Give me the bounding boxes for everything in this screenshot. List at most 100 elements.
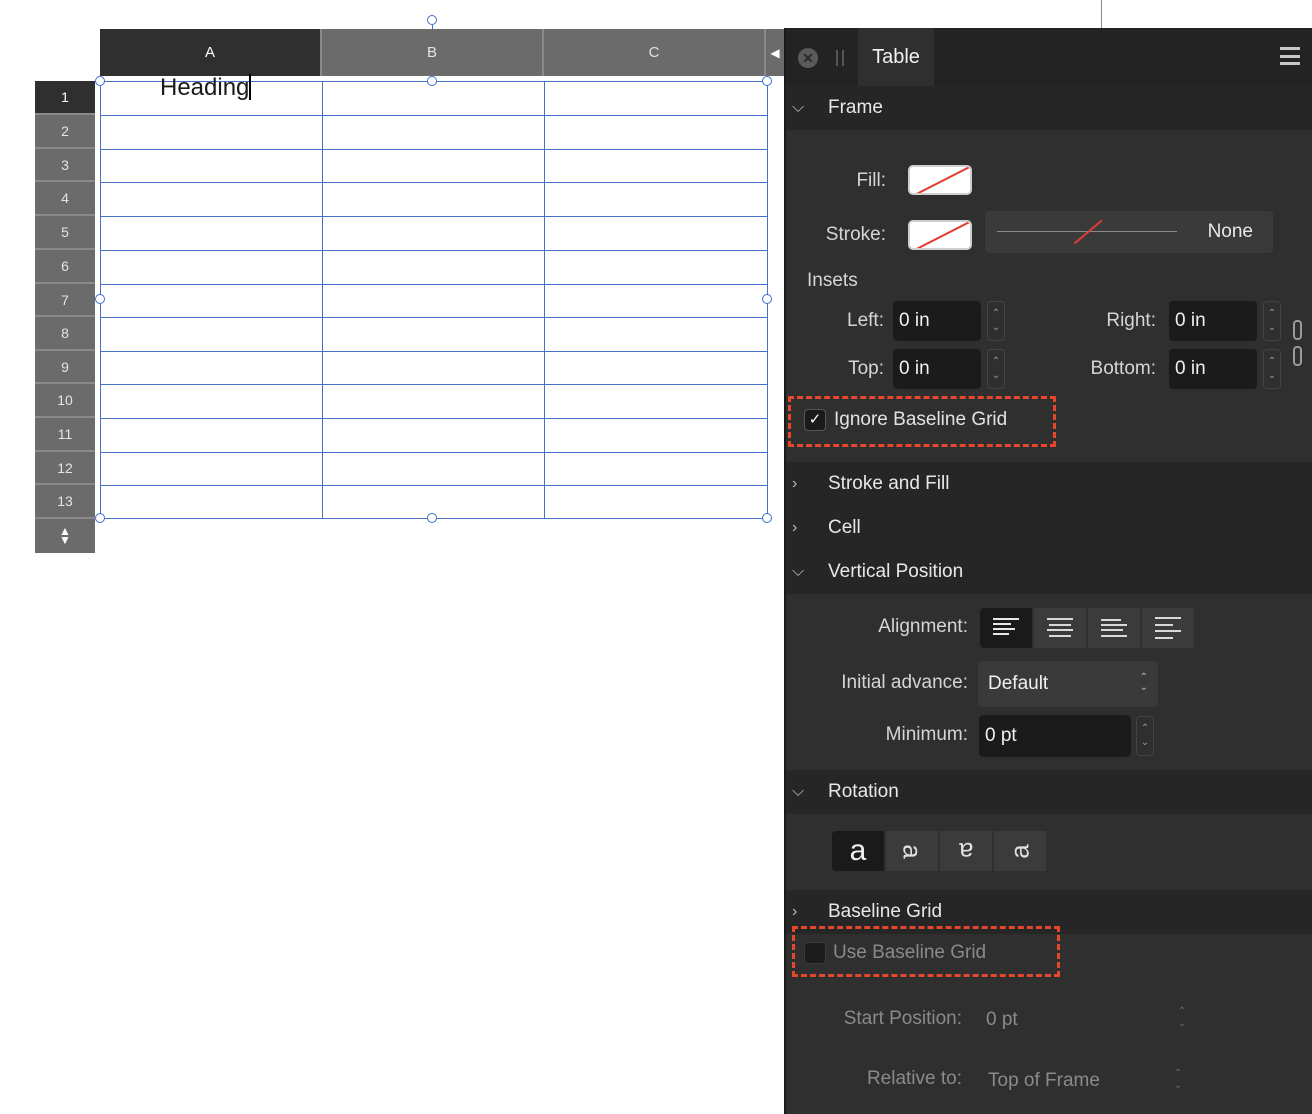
selection-handle[interactable] (762, 294, 772, 304)
selection-handle[interactable] (95, 76, 105, 86)
section-vertical-position[interactable]: ⌵ Vertical Position (786, 550, 1312, 594)
rotation-0-button[interactable]: a (832, 831, 884, 871)
top-inset-label: Top: (848, 358, 884, 379)
rotation-90-button[interactable]: a (886, 831, 938, 871)
grid-line (322, 81, 323, 518)
align-top-icon (993, 618, 1019, 635)
row-header-12[interactable]: 12 (35, 452, 95, 485)
link-insets-icon[interactable] (1291, 320, 1305, 368)
row-resize-handle[interactable]: ▲ ▼ (35, 519, 95, 553)
selection-handle[interactable] (762, 513, 772, 523)
initial-advance-label: Initial advance: (841, 672, 968, 693)
chevron-down-icon: ⌵ (792, 563, 805, 580)
row-header-11[interactable]: 11 (35, 418, 95, 452)
close-icon[interactable]: ✕ (798, 48, 818, 68)
row-header-3[interactable]: 3 (35, 149, 95, 182)
column-header-c[interactable]: C (544, 29, 766, 76)
rotation-handle[interactable] (427, 15, 437, 25)
right-inset-input[interactable]: 0 in (1169, 301, 1257, 341)
minimum-stepper[interactable]: ⌃ ⌄ (1136, 716, 1154, 756)
top-inset-input[interactable]: 0 in (893, 349, 981, 389)
grid-line (100, 317, 767, 318)
rotation-segmented-control: a a a a (832, 831, 1048, 871)
section-rotation[interactable]: ⌵ Rotation (786, 770, 1312, 814)
minimum-input[interactable]: 0 pt (979, 715, 1131, 757)
bottom-inset-stepper[interactable]: ⌃ ⌄ (1263, 349, 1281, 389)
minimum-label: Minimum: (885, 724, 968, 745)
drag-handle-icon[interactable] (836, 50, 844, 66)
selection-handle[interactable] (762, 76, 772, 86)
ignore-baseline-checkbox[interactable]: ✓ (804, 409, 826, 431)
section-cell-title: Cell (828, 517, 861, 538)
cell-a1-content: Heading (160, 74, 250, 101)
dropdown-arrows-icon: ⌃ ⌄ (1139, 672, 1148, 693)
top-inset-stepper[interactable]: ⌃ ⌄ (987, 349, 1005, 389)
align-center-icon (1047, 618, 1073, 637)
stroke-swatch[interactable] (908, 220, 972, 250)
panel-tab-bar: ✕ Table (786, 28, 1312, 86)
grid-line (100, 115, 767, 116)
right-inset-stepper[interactable]: ⌃ ⌄ (1263, 301, 1281, 341)
selection-handle[interactable] (427, 76, 437, 86)
insets-label: Insets (807, 270, 858, 291)
chevron-right-icon: › (792, 903, 798, 920)
use-baseline-label[interactable]: Use Baseline Grid (833, 942, 986, 964)
ignore-baseline-label[interactable]: Ignore Baseline Grid (834, 409, 1007, 431)
section-vertical-title: Vertical Position (828, 561, 964, 582)
cell-a1-text[interactable]: Heading (160, 74, 252, 102)
row-header-8[interactable]: 8 (35, 317, 95, 351)
align-bottom-button[interactable] (1088, 608, 1140, 648)
grid-line (100, 216, 767, 217)
start-position-value[interactable]: 0 pt (986, 1009, 1018, 1031)
start-position-stepper[interactable]: ⌃ ⌄ (1178, 1006, 1186, 1030)
grid-line (100, 250, 767, 251)
relative-to-arrows-icon[interactable]: ⌃ ⌄ (1174, 1068, 1182, 1092)
bottom-inset-label: Bottom: (1090, 358, 1156, 379)
bottom-inset-input[interactable]: 0 in (1169, 349, 1257, 389)
row-header-6[interactable]: 6 (35, 250, 95, 284)
row-header-7[interactable]: 7 (35, 284, 95, 317)
section-frame[interactable]: ⌵ Frame (786, 86, 1312, 130)
fill-label: Fill: (856, 170, 886, 191)
section-cell[interactable]: › Cell (786, 506, 1312, 550)
section-stroke-and-fill[interactable]: › Stroke and Fill (786, 462, 1312, 506)
row-header-4[interactable]: 4 (35, 182, 95, 216)
row-header-2[interactable]: 2 (35, 115, 95, 149)
tab-table[interactable]: Table (858, 28, 934, 86)
align-justify-button[interactable] (1142, 608, 1194, 648)
grid-line (100, 149, 767, 150)
chevron-down-icon: ⌵ (792, 99, 805, 116)
section-baseline-title: Baseline Grid (828, 901, 943, 922)
rotation-270-button[interactable]: a (994, 831, 1046, 871)
selection-handle[interactable] (95, 513, 105, 523)
initial-advance-value: Default (988, 673, 1049, 694)
row-header-9[interactable]: 9 (35, 351, 95, 384)
selection-handle[interactable] (95, 294, 105, 304)
stroke-style-value: None (1207, 221, 1253, 242)
left-inset-input[interactable]: 0 in (893, 301, 981, 341)
grid-line (100, 418, 767, 419)
row-header-10[interactable]: 10 (35, 384, 95, 418)
stroke-style-dropdown[interactable]: None (985, 211, 1273, 253)
rotation-180-button[interactable]: a (940, 831, 992, 871)
row-header-1[interactable]: 1 (35, 81, 95, 115)
align-bottom-icon (1101, 619, 1127, 637)
column-scroll-arrow[interactable]: ◀ (766, 29, 784, 76)
left-inset-stepper[interactable]: ⌃ ⌄ (987, 301, 1005, 341)
selection-handle[interactable] (427, 513, 437, 523)
section-frame-title: Frame (828, 97, 883, 118)
column-header-b[interactable]: B (322, 29, 544, 76)
use-baseline-checkbox[interactable] (804, 942, 826, 964)
relative-to-value[interactable]: Top of Frame (988, 1070, 1100, 1092)
row-header-5[interactable]: 5 (35, 216, 95, 250)
fill-swatch[interactable] (908, 165, 972, 195)
grid-line (100, 384, 767, 385)
alignment-segmented-control (980, 608, 1196, 648)
align-center-button[interactable] (1034, 608, 1086, 648)
initial-advance-dropdown[interactable]: Default ⌃ ⌄ (978, 661, 1158, 707)
hamburger-menu-icon[interactable] (1280, 47, 1300, 65)
row-header-13[interactable]: 13 (35, 485, 95, 519)
align-top-button[interactable] (980, 608, 1032, 648)
text-caret (249, 74, 252, 100)
column-header-a[interactable]: A (100, 29, 322, 76)
